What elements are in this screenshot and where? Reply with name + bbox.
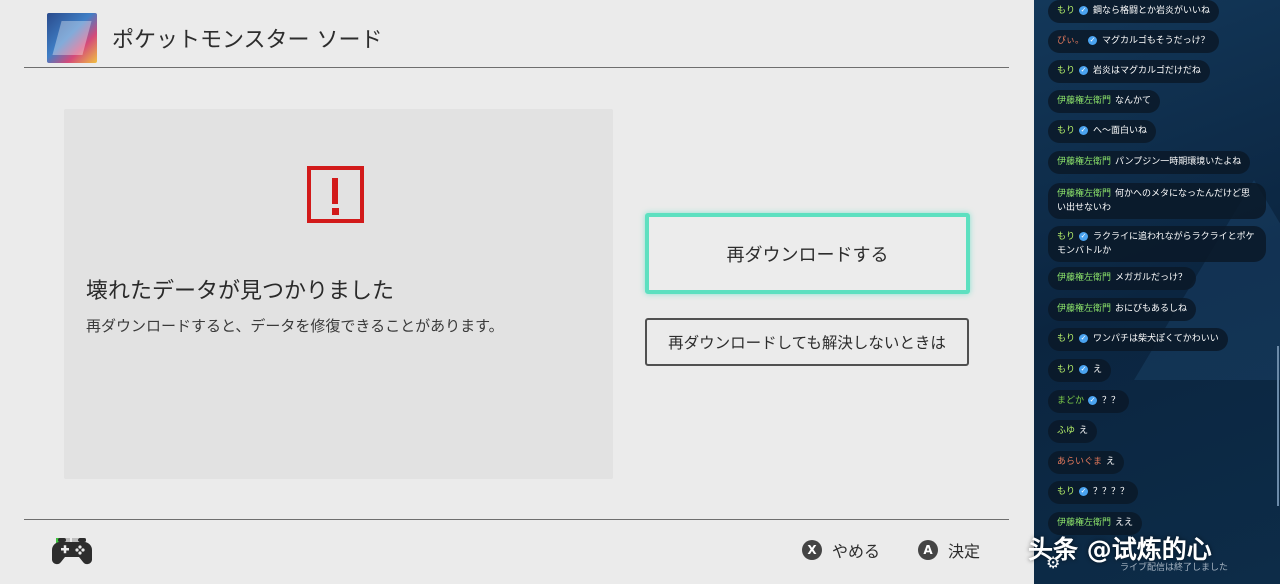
chat-username[interactable]: もり [1057,66,1075,76]
chat-username[interactable]: もり [1057,126,1075,136]
chat-username[interactable]: 伊藤権左衛門 [1057,304,1111,314]
verified-icon: ✓ [1079,334,1089,343]
confirm-label: 決定 [948,542,981,561]
chat-message: 伊藤権左衛門 おにびもあるしね [1048,298,1197,321]
chat-text: え [1106,457,1116,467]
switch-error-screen: ポケットモンスター ソード 壊れたデータが見つかりました 再ダウンロードすると、… [0,0,1034,584]
error-title: 壊れたデータが見つかりました [86,279,395,304]
chat-text: ワンパチは柴犬ぽくてかわいい [1093,334,1219,344]
chat-username[interactable]: まどか [1057,396,1084,406]
chat-username[interactable]: 伊藤権左衛門 [1057,518,1111,528]
chat-username[interactable]: ぴぃ。 [1057,36,1084,46]
chat-text: なんかて [1115,96,1152,106]
chat-username[interactable]: もり [1057,487,1075,497]
chat-text: ？？？？ [1093,487,1130,497]
chat-message: ふゆえ [1048,420,1098,443]
chat-message: もり ✓ ワンパチは柴犬ぽくてかわいい [1048,328,1228,351]
chat-username[interactable]: 伊藤権左衛門 [1057,96,1111,106]
confirm-hint[interactable]: A 決定 [918,538,980,562]
chat-message: もり ✓ 岩炎はマグカルゴだけだね [1048,60,1210,83]
chat-message: ぴぃ。 ✓ マグカルゴもそうだっけ？ [1048,30,1219,53]
verified-icon: ✓ [1079,232,1089,241]
chat-message: 伊藤権左衛門 メガガルだっけ？ [1048,267,1197,290]
chat-text: 岩炎はマグカルゴだけだね [1093,66,1201,76]
cancel-label: やめる [832,542,881,561]
a-button-icon: A [918,540,938,560]
chat-text: おにびもあるしね [1115,304,1188,314]
chat-text: え [1093,365,1103,375]
chat-message: 伊藤権左衛門 なんかて [1048,90,1161,113]
game-icon [47,13,97,63]
chat-scrollbar[interactable] [1277,346,1279,506]
chat-text: マグカルゴもそうだっけ？ [1102,36,1210,46]
chat-message: もり ✓ 鋼なら格闘とか岩炎がいいね [1048,0,1220,23]
chat-username[interactable]: あらいぐま [1057,457,1102,467]
chat-username[interactable]: もり [1057,365,1075,375]
error-panel: 壊れたデータが見つかりました 再ダウンロードすると、データを修復できることがあり… [64,109,613,479]
chat-text: 鋼なら格闘とか岩炎がいいね [1093,6,1211,16]
cancel-hint[interactable]: X やめる [802,538,880,562]
game-title: ポケットモンスター ソード [112,28,383,53]
chat-username[interactable]: 伊藤権左衛門 [1057,157,1111,167]
chat-username[interactable]: 伊藤権左衛門 [1057,189,1111,199]
verified-icon: ✓ [1079,6,1089,15]
chat-username[interactable]: 伊藤権左衛門 [1057,273,1111,283]
warning-icon [307,166,364,223]
chat-username[interactable]: もり [1057,334,1075,344]
x-button-icon: X [802,540,822,560]
header: ポケットモンスター ソード [0,0,1034,68]
chat-text: パンプジン一時期環境いたよね [1115,157,1242,167]
chat-text: え [1079,426,1089,436]
chat-username[interactable]: もり [1057,232,1075,242]
chat-message: まどか ✓ ？？ [1048,390,1130,413]
chat-message: 伊藤権左衛門 パンプジン一時期環境いたよね [1048,151,1251,174]
chat-username[interactable]: もり [1057,6,1075,16]
chat-message: もり ✓ え [1048,359,1112,382]
chat-text: ええ [1115,518,1134,528]
verified-icon: ✓ [1079,365,1089,374]
chat-text: へ〜面白いね [1093,126,1148,136]
controller-icon [52,536,92,570]
redownload-button[interactable]: 再ダウンロードする [645,213,970,294]
watermark: 头条 @试炼的心 [1028,535,1212,564]
chat-text: ？？ [1102,396,1121,406]
verified-icon: ✓ [1079,126,1089,135]
verified-icon: ✓ [1079,487,1089,496]
chat-message: もり ✓ へ〜面白いね [1048,120,1157,143]
chat-message: もり ✓ ？？？？ [1048,481,1139,504]
chat-username[interactable]: ふゆ [1057,426,1075,436]
verified-icon: ✓ [1088,396,1098,405]
chat-message: 伊藤権左衛門 何かへのメタになったんだけど思い出せないわ [1048,183,1266,219]
chat-message: あらいぐまえ [1048,451,1125,474]
help-button[interactable]: 再ダウンロードしても解決しないときは [645,318,969,366]
chat-message: もり ✓ ラクライに追われながらラクライとポケモンバトルか [1048,226,1266,262]
verified-icon: ✓ [1079,66,1089,75]
footer-divider [24,519,1009,520]
verified-icon: ✓ [1088,36,1098,45]
header-divider [24,67,1009,68]
chat-text: メガガルだっけ？ [1115,273,1188,283]
error-description: 再ダウンロードすると、データを修復できることがあります。 [86,317,504,335]
